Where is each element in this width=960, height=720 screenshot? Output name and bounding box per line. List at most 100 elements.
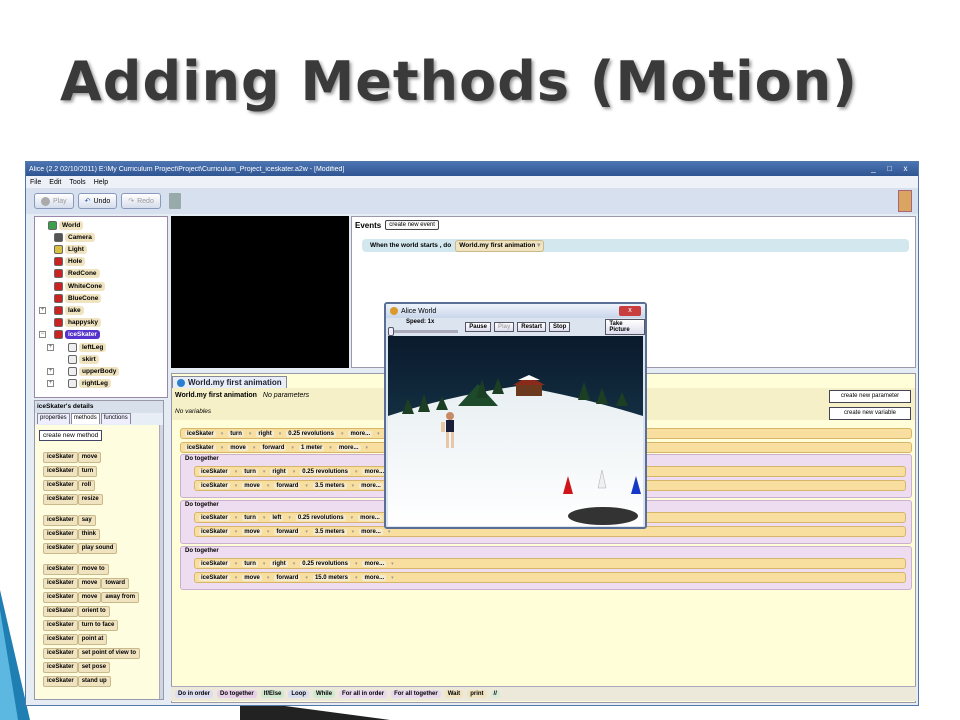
tree-expander[interactable]: + [47, 380, 54, 388]
menu-edit[interactable]: Edit [49, 179, 61, 186]
dropdown-arrow-icon[interactable]: ▾ [235, 561, 238, 567]
control-button[interactable]: For all in order [339, 690, 388, 698]
dropdown-arrow-icon[interactable]: ▾ [267, 483, 270, 489]
play-button[interactable]: Play [34, 193, 74, 209]
method-tile[interactable]: iceSkater think [43, 529, 101, 540]
control-button[interactable]: Do in order [175, 690, 214, 698]
tree-expander[interactable]: − [39, 331, 46, 339]
dropdown-arrow-icon[interactable]: ▾ [366, 445, 369, 451]
tree-expander[interactable]: + [47, 343, 54, 351]
dropdown-arrow-icon[interactable]: ▾ [235, 575, 238, 581]
slider-thumb[interactable] [388, 326, 394, 336]
statement-tile[interactable]: iceSkater ▾ move ▾ forward ▾ 15.0 meters ▾ more.… [194, 572, 906, 583]
tree-item[interactable]: happysky [39, 318, 101, 328]
dropdown-arrow-icon[interactable]: ▾ [249, 431, 252, 437]
tree-expander[interactable]: + [47, 367, 54, 375]
statement-verb[interactable]: turn [242, 468, 258, 475]
statement-verb[interactable]: move [242, 482, 262, 489]
method-tile[interactable]: iceSkater move to [43, 564, 109, 575]
statement-dir[interactable]: right [256, 430, 274, 437]
dropdown-arrow-icon[interactable]: ▾ [263, 561, 266, 567]
create-new-parameter-button[interactable]: create new parameter [829, 390, 911, 403]
dropdown-arrow-icon[interactable]: ▾ [263, 515, 266, 521]
methods-scrollbar[interactable] [159, 425, 163, 699]
dropdown-arrow-icon[interactable]: ▾ [377, 431, 380, 437]
control-button[interactable]: Do together [217, 690, 257, 698]
dropdown-arrow-icon[interactable]: ▾ [288, 515, 291, 521]
world-play-button[interactable]: Play [493, 322, 515, 332]
statement-more[interactable]: more... [358, 514, 382, 521]
editor-tab[interactable]: World.my first animation [172, 376, 287, 388]
clipboard-icon[interactable] [898, 190, 912, 212]
dropdown-arrow-icon[interactable]: ▾ [391, 561, 394, 567]
method-tile[interactable]: iceSkater turn to face [43, 620, 119, 631]
dropdown-arrow-icon[interactable]: ▾ [279, 431, 282, 437]
menu-tools[interactable]: Tools [69, 179, 85, 186]
statement-verb[interactable]: move [242, 528, 262, 535]
method-tile[interactable]: iceSkater say [43, 515, 96, 526]
statement-obj[interactable]: iceSkater [199, 482, 230, 489]
statement-amount[interactable]: 3.5 meters [312, 528, 347, 535]
statement-obj[interactable]: iceSkater [185, 444, 216, 451]
create-new-variable-button[interactable]: create new variable [829, 407, 911, 420]
close-button[interactable]: x [899, 164, 912, 174]
statement-tile[interactable]: iceSkater ▾ turn ▾ right ▾ 0.25 revolutions ▾ mo… [194, 558, 906, 569]
statement-amount[interactable]: 0.25 revolutions [300, 560, 350, 567]
alice-world-close-button[interactable]: x [619, 306, 641, 316]
tree-item[interactable]: + rightLeg [47, 379, 111, 389]
dropdown-arrow-icon[interactable]: ▾ [221, 445, 224, 451]
create-new-event-button[interactable]: create new event [385, 220, 439, 230]
statement-more[interactable]: more... [359, 482, 383, 489]
method-tile[interactable]: iceSkater move [43, 452, 102, 463]
control-button[interactable]: For all together [391, 690, 441, 698]
statement-amount[interactable]: 15.0 meters [312, 574, 350, 581]
speed-slider[interactable] [388, 326, 459, 336]
method-tile[interactable]: iceSkater resize [43, 494, 103, 505]
method-tile[interactable]: iceSkater roll [43, 480, 96, 491]
create-new-method-button[interactable]: create new method [39, 430, 103, 441]
dropdown-arrow-icon[interactable]: ▾ [253, 445, 256, 451]
statement-amount[interactable]: 3.5 meters [312, 482, 347, 489]
tree-item[interactable]: − iceSkater [39, 330, 100, 340]
tree-item[interactable]: World [39, 220, 84, 230]
dropdown-arrow-icon[interactable]: ▾ [235, 515, 238, 521]
control-button[interactable]: While [313, 690, 336, 698]
dropdown-arrow-icon[interactable]: ▾ [355, 469, 358, 475]
statement-dir[interactable]: forward [260, 444, 287, 451]
statement-more[interactable]: more... [362, 468, 387, 475]
stop-button[interactable]: Stop [548, 322, 571, 332]
tree-expander[interactable]: + [39, 306, 46, 314]
statement-verb[interactable]: turn [242, 514, 258, 521]
dropdown-arrow-icon[interactable]: ▾ [221, 431, 224, 437]
statement-dir[interactable]: forward [274, 528, 301, 535]
statement-verb[interactable]: turn [228, 430, 244, 437]
tab-properties[interactable]: properties [37, 413, 70, 424]
statement-more[interactable]: more... [336, 444, 361, 451]
method-tile[interactable]: iceSkater move away from [43, 592, 140, 603]
method-tile[interactable]: iceSkater set pose [43, 662, 111, 673]
dropdown-arrow-icon[interactable]: ▾ [235, 483, 238, 489]
statement-dir[interactable]: right [270, 468, 288, 475]
tree-item[interactable]: Camera [39, 232, 95, 242]
tree-item[interactable]: WhiteCone [39, 281, 105, 291]
statement-amount[interactable]: 0.25 revolutions [295, 514, 346, 521]
method-tile[interactable]: iceSkater orient to [43, 606, 110, 617]
dropdown-arrow-icon[interactable]: ▾ [388, 529, 391, 535]
statement-amount[interactable]: 1 meter [298, 444, 325, 451]
statement-amount[interactable]: 0.25 revolutions [286, 430, 336, 437]
statement-obj[interactable]: iceSkater [199, 574, 230, 581]
method-tile[interactable]: iceSkater set point of view to [43, 648, 141, 659]
statement-obj[interactable]: iceSkater [199, 514, 230, 521]
pause-button[interactable]: Pause [465, 322, 491, 332]
method-tile[interactable]: iceSkater play sound [43, 543, 118, 554]
menu-file[interactable]: File [30, 179, 41, 186]
dropdown-arrow-icon[interactable]: ▾ [352, 529, 355, 535]
dropdown-arrow-icon[interactable]: ▾ [305, 529, 308, 535]
dropdown-arrow-icon[interactable]: ▾ [293, 561, 296, 567]
dropdown-arrow-icon[interactable]: ▾ [341, 431, 344, 437]
control-button[interactable]: // [490, 690, 500, 698]
method-tile[interactable]: iceSkater turn [43, 466, 98, 477]
tree-item[interactable]: + upperBody [47, 366, 120, 376]
dropdown-arrow-icon[interactable]: ▾ [235, 529, 238, 535]
statement-verb[interactable]: turn [242, 560, 258, 567]
